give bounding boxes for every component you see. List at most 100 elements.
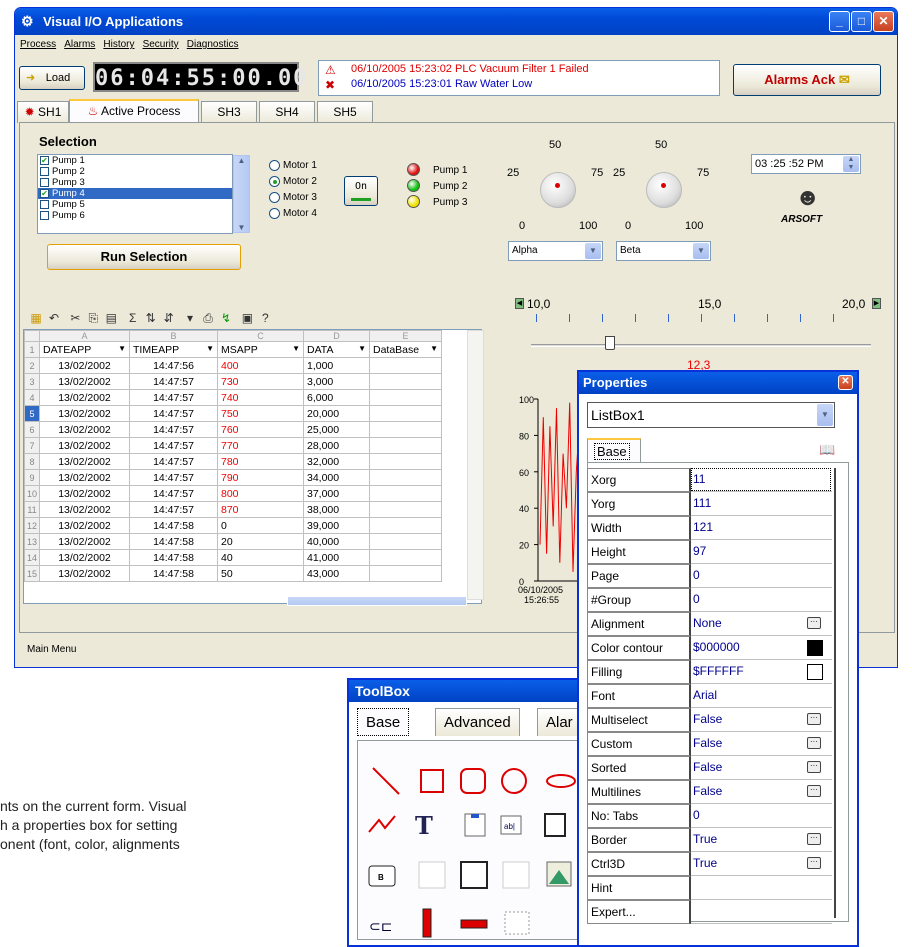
table-cell[interactable]: 14:47:57 xyxy=(129,501,218,518)
table-cell[interactable]: 14:47:57 xyxy=(129,437,218,454)
cut-icon[interactable]: ✂ xyxy=(66,311,84,325)
load-button[interactable]: ➜ Load xyxy=(19,66,85,90)
table-cell[interactable]: 13/02/2002 xyxy=(39,453,130,470)
column-header[interactable]: DataBase ▼ xyxy=(369,341,442,358)
list-item[interactable]: Pump 2 xyxy=(38,166,232,177)
filter-dropdown-icon[interactable]: ▼ xyxy=(430,344,438,353)
table-cell[interactable] xyxy=(369,389,442,406)
table-cell[interactable]: 730 xyxy=(217,373,304,390)
maximize-button[interactable]: □ xyxy=(851,11,872,32)
table-cell[interactable]: 14:47:57 xyxy=(129,485,218,502)
sum-icon[interactable]: Σ xyxy=(124,311,142,325)
table-cell[interactable] xyxy=(369,437,442,454)
property-value[interactable]: False xyxy=(693,760,722,774)
close-button[interactable]: ✕ xyxy=(873,11,894,32)
table-row[interactable]: 12 13/02/2002 14:47:58 0 39,000 xyxy=(24,517,442,534)
table-cell[interactable]: 38,000 xyxy=(303,501,370,518)
table-row[interactable]: 5 13/02/2002 14:47:57 750 20,000 xyxy=(24,405,442,422)
property-row[interactable]: Border True ··· xyxy=(587,828,832,852)
table-cell[interactable]: 13/02/2002 xyxy=(39,373,130,390)
property-row[interactable]: Filling $FFFFFF xyxy=(587,660,832,684)
toolbox-tab-alarms[interactable]: Alar xyxy=(537,708,582,736)
table-cell[interactable]: 13/02/2002 xyxy=(39,549,130,566)
table-cell[interactable]: 13/02/2002 xyxy=(39,421,130,438)
help-icon[interactable]: ? xyxy=(256,311,274,325)
table-cell[interactable]: 13/02/2002 xyxy=(39,469,130,486)
table-cell[interactable]: 13/02/2002 xyxy=(39,485,130,502)
table-row[interactable]: 6 13/02/2002 14:47:57 760 25,000 xyxy=(24,421,442,438)
table-cell[interactable] xyxy=(369,469,442,486)
slider-left-arrow[interactable]: ◀ xyxy=(515,298,524,309)
table-cell[interactable]: 1,000 xyxy=(303,357,370,374)
table-cell[interactable]: 3,000 xyxy=(303,373,370,390)
property-value[interactable]: 121 xyxy=(693,520,713,534)
table-row[interactable]: 10 13/02/2002 14:47:57 800 37,000 xyxy=(24,485,442,502)
property-row[interactable]: Multilines False ··· xyxy=(587,780,832,804)
table-cell[interactable]: 39,000 xyxy=(303,517,370,534)
slider-right-arrow[interactable]: ▶ xyxy=(872,298,881,309)
tab-sh4[interactable]: SH4 xyxy=(259,101,315,123)
table-cell[interactable] xyxy=(369,357,442,374)
tab-sh1[interactable]: ✹ SH1 xyxy=(17,101,69,123)
table-cell[interactable]: 13/02/2002 xyxy=(39,565,130,582)
minimize-button[interactable]: _ xyxy=(829,11,850,32)
table-cell[interactable]: 14:47:57 xyxy=(129,469,218,486)
table-cell[interactable]: 13/02/2002 xyxy=(39,405,130,422)
beta-combo[interactable]: Beta ▼ xyxy=(616,241,711,261)
table-cell[interactable]: 41,000 xyxy=(303,549,370,566)
table-cell[interactable]: 740 xyxy=(217,389,304,406)
property-value[interactable]: 111 xyxy=(693,496,711,510)
table-cell[interactable]: 13/02/2002 xyxy=(39,517,130,534)
table-cell[interactable]: 50 xyxy=(217,565,304,582)
property-row[interactable]: Sorted False ··· xyxy=(587,756,832,780)
checkbox[interactable] xyxy=(40,177,49,187)
checkbox[interactable]: ✔ xyxy=(40,155,49,165)
property-row[interactable]: Page 0 xyxy=(587,564,832,588)
property-row[interactable]: Width 121 xyxy=(587,516,832,540)
table-cell[interactable]: 14:47:57 xyxy=(129,453,218,470)
grid-hscrollbar[interactable] xyxy=(287,596,467,606)
table-cell[interactable]: 13/02/2002 xyxy=(39,437,130,454)
table-cell[interactable] xyxy=(369,485,442,502)
properties-close-button[interactable]: ✕ xyxy=(838,375,853,390)
menu-history[interactable]: History xyxy=(103,39,134,50)
table-row[interactable]: 2 13/02/2002 14:47:56 400 1,000 xyxy=(24,357,442,374)
table-cell[interactable] xyxy=(369,549,442,566)
menu-process[interactable]: Process xyxy=(20,39,56,50)
slider-thumb[interactable] xyxy=(605,336,615,350)
column-letter[interactable]: D xyxy=(303,330,370,342)
table-cell[interactable] xyxy=(369,373,442,390)
checkbox[interactable] xyxy=(40,166,49,176)
table-cell[interactable]: 13/02/2002 xyxy=(39,533,130,550)
ellipsis-button[interactable]: ··· xyxy=(807,617,821,629)
props-tab-base[interactable]: Base xyxy=(587,438,641,462)
table-cell[interactable] xyxy=(369,565,442,582)
ellipsis-button[interactable]: ··· xyxy=(807,737,821,749)
table-cell[interactable]: 14:47:57 xyxy=(129,389,218,406)
alarms-ack-button[interactable]: Alarms Ack ✉ xyxy=(733,64,881,96)
table-cell[interactable]: 14:47:57 xyxy=(129,421,218,438)
property-row[interactable]: Hint xyxy=(587,876,832,900)
ellipsis-button[interactable]: ··· xyxy=(807,761,821,773)
pump-listbox[interactable]: ✔ Pump 1 Pump 2 Pump 3 ✔ Pump 4 Pump 5 Pump 6 xyxy=(37,154,233,234)
tab-sh3[interactable]: SH3 xyxy=(201,101,257,123)
column-letter[interactable]: B xyxy=(129,330,218,342)
property-row[interactable]: #Group 0 xyxy=(587,588,832,612)
property-row[interactable]: Font Arial xyxy=(587,684,832,708)
alpha-combo[interactable]: Alpha ▼ xyxy=(508,241,603,261)
property-row[interactable]: Color contour $000000 xyxy=(587,636,832,660)
column-letter[interactable]: A xyxy=(39,330,130,342)
menu-alarms[interactable]: Alarms xyxy=(64,39,95,50)
property-row[interactable]: Alignment None ··· xyxy=(587,612,832,636)
table-cell[interactable]: 13/02/2002 xyxy=(39,389,130,406)
table-icon[interactable]: ▦ xyxy=(27,311,45,325)
property-row[interactable]: Yorg 111 xyxy=(587,492,832,516)
menu-diagnostics[interactable]: Diagnostics xyxy=(187,39,239,50)
table-cell[interactable] xyxy=(369,533,442,550)
list-item[interactable]: ✔ Pump 1 xyxy=(38,155,232,166)
filter-dropdown-icon[interactable]: ▼ xyxy=(118,344,126,353)
listbox-scrollbar[interactable]: ▲ ▼ xyxy=(233,155,250,233)
table-cell[interactable]: 40 xyxy=(217,549,304,566)
table-cell[interactable]: 28,000 xyxy=(303,437,370,454)
table-cell[interactable]: 13/02/2002 xyxy=(39,357,130,374)
